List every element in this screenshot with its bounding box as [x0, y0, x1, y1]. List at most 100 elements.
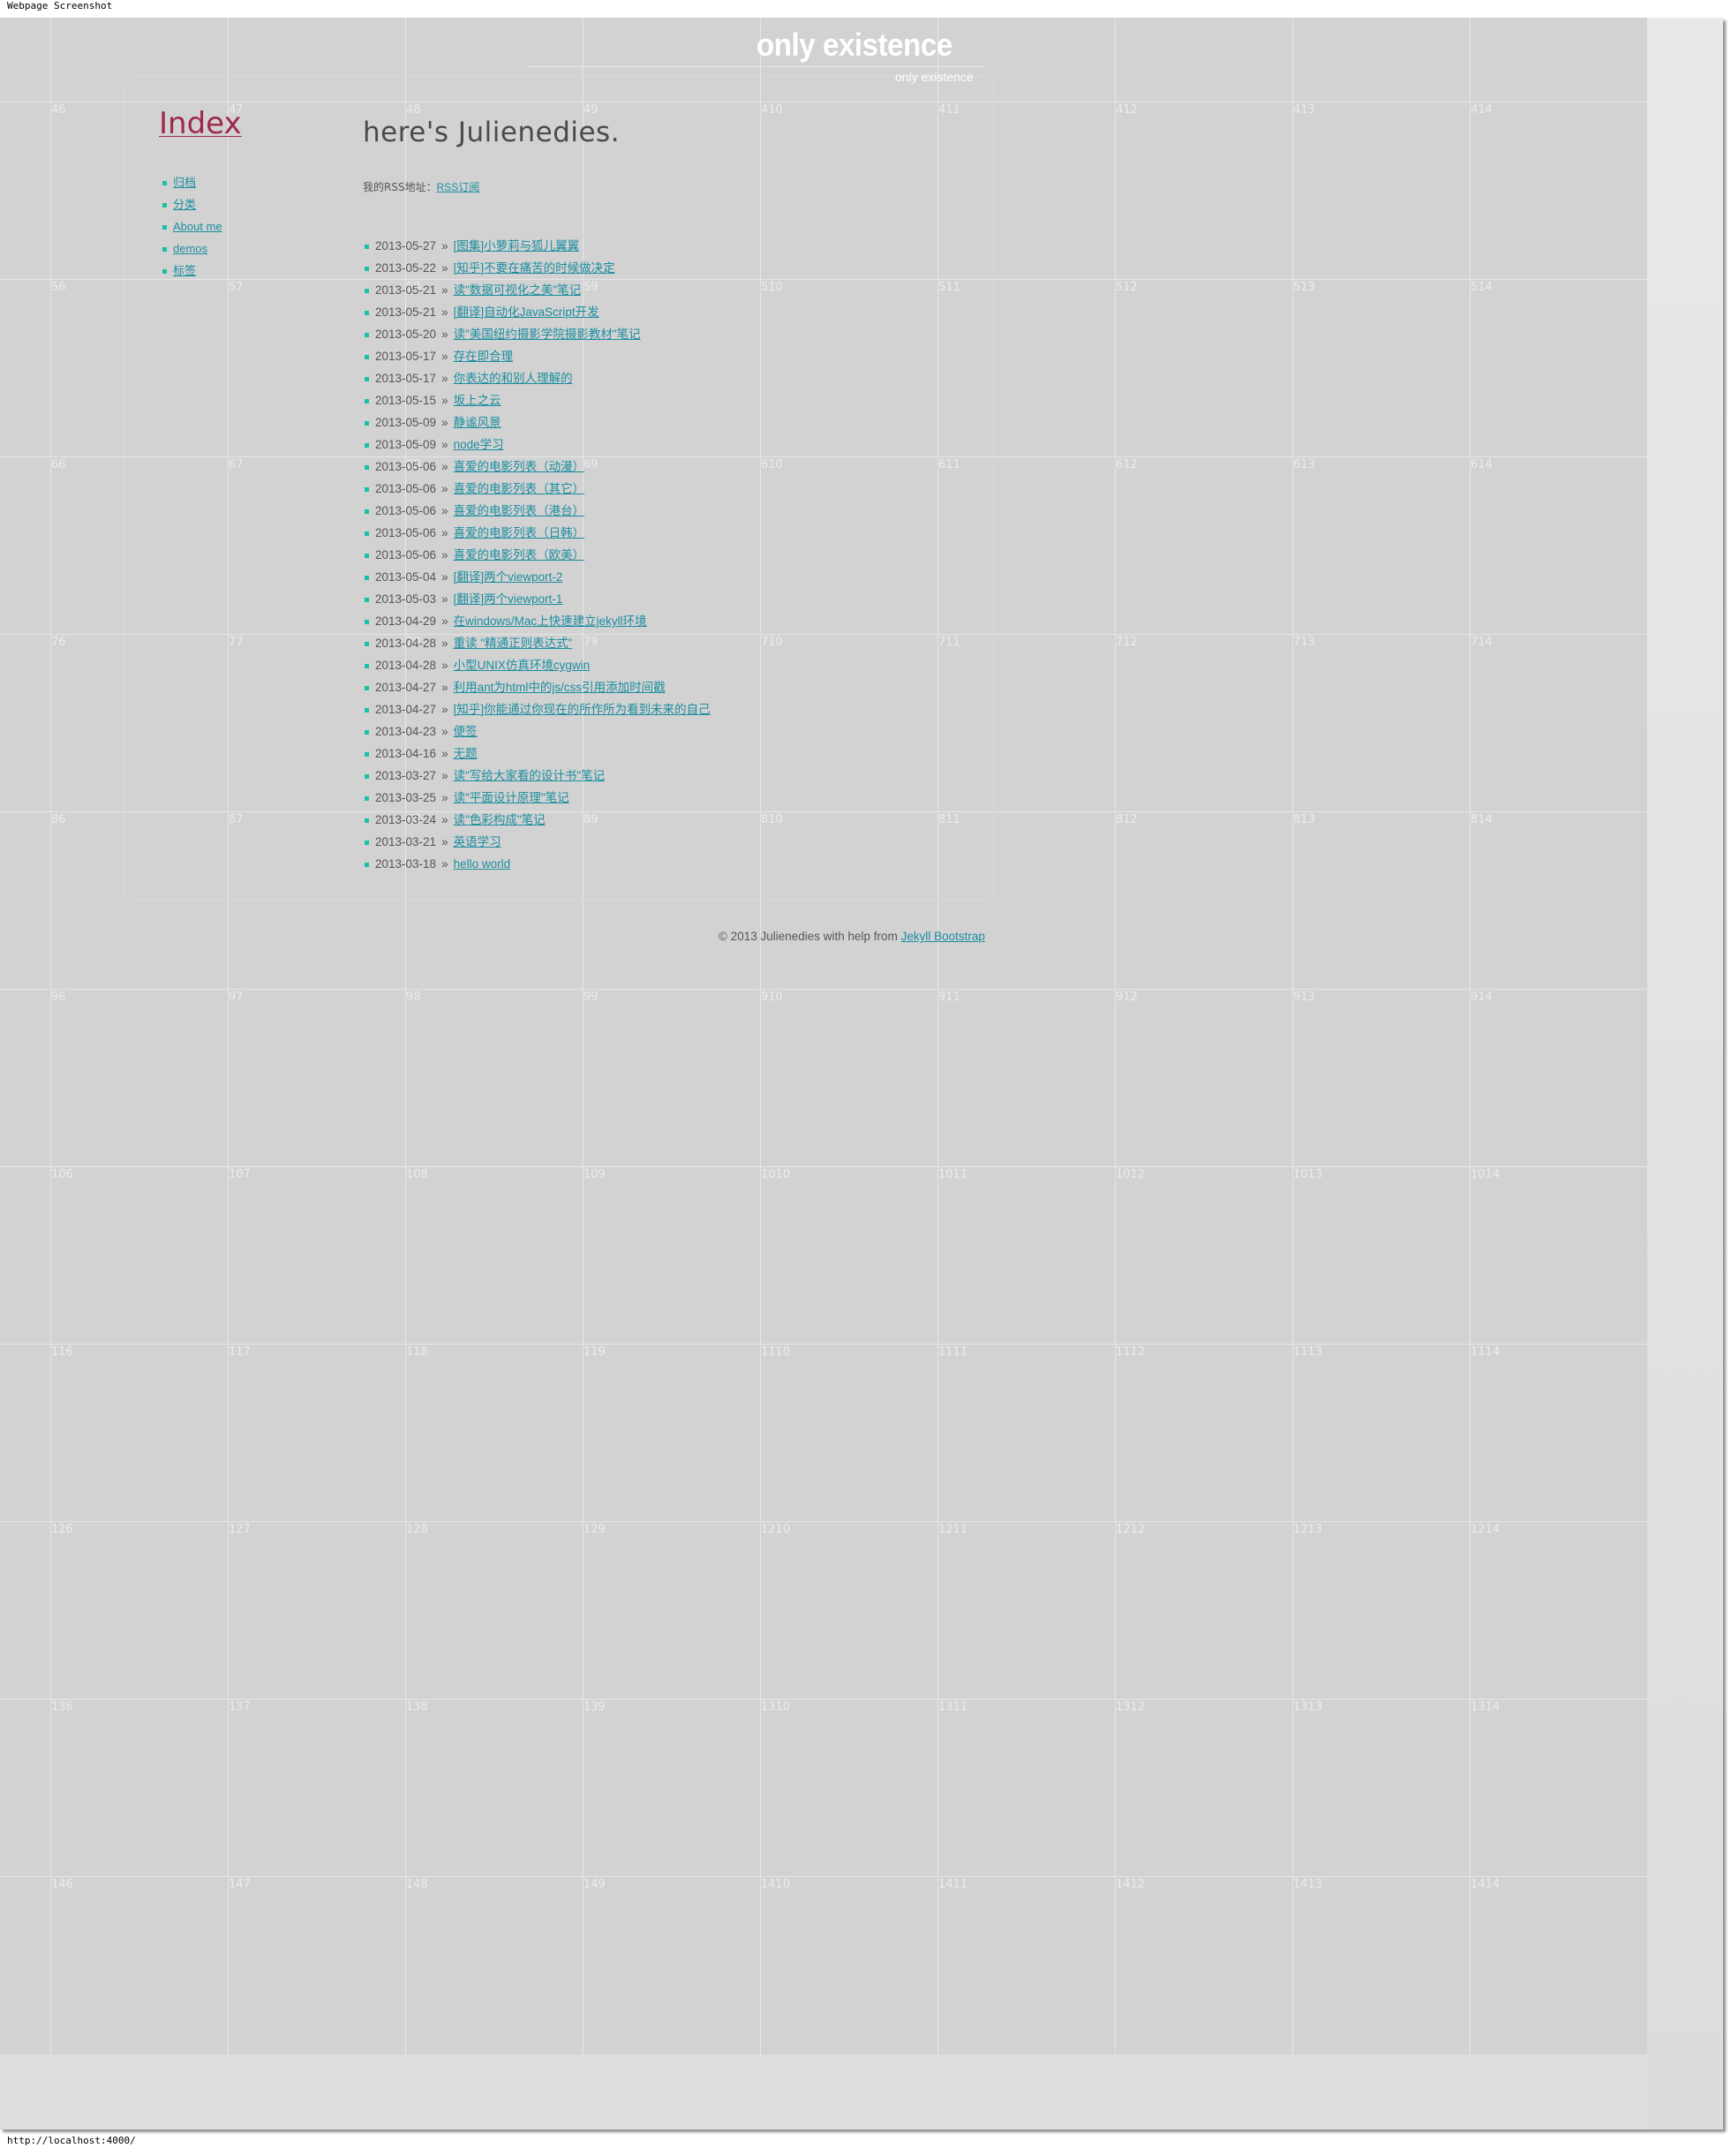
- post-link[interactable]: [知乎]你能通过你现在的所作所为看到未来的自己: [454, 703, 711, 716]
- rss-link[interactable]: RSS订阅: [437, 181, 480, 193]
- post-separator: »: [441, 769, 448, 782]
- post-link[interactable]: 喜爱的电影列表（日韩）: [454, 526, 585, 539]
- post-link[interactable]: 重读 "精通正则表达式": [454, 637, 573, 650]
- grid-label: 138: [406, 1700, 428, 1714]
- grid-label: 1413: [1293, 1878, 1323, 1891]
- post-link[interactable]: 利用ant为html中的js/css引用添加时间戳: [454, 681, 666, 694]
- post-link[interactable]: [翻译]自动化JavaScript开发: [454, 305, 599, 319]
- sidebar-nav: 归档 分类 About me demos 标签: [162, 171, 222, 282]
- sidebar-link-tags[interactable]: 标签: [173, 264, 196, 277]
- grid-label: 1112: [1116, 1346, 1146, 1359]
- grid-label: 414: [1471, 103, 1493, 117]
- grid-label: 116: [51, 1346, 73, 1359]
- sidebar-link-about[interactable]: About me: [173, 220, 222, 233]
- grid-label: 1210: [761, 1523, 791, 1536]
- post-link[interactable]: 存在即合理: [454, 350, 514, 363]
- post-link[interactable]: 小型UNIX仿真环境cygwin: [454, 659, 591, 672]
- post-link[interactable]: [图集]小萝莉与狐儿翼翼: [454, 239, 580, 253]
- bullet-icon: [162, 269, 167, 274]
- post-link[interactable]: 喜爱的电影列表（欧美）: [454, 548, 585, 562]
- post-date: 2013-05-06: [375, 504, 437, 517]
- grid-label: 1013: [1293, 1168, 1323, 1181]
- bullet-icon: [365, 642, 369, 646]
- bullet-icon: [365, 355, 369, 359]
- grid-label: 514: [1471, 281, 1493, 294]
- post-link[interactable]: 便签: [454, 725, 478, 738]
- grid-line: [50, 18, 51, 2054]
- post-separator: »: [441, 835, 448, 848]
- post-list-item: 2013-05-22 » [知乎]不要在痛苦的时候做决定: [365, 257, 711, 279]
- post-date: 2013-04-29: [375, 614, 437, 628]
- post-list-item: 2013-05-21 » 读"数据可视化之美"笔记: [365, 279, 711, 301]
- post-date: 2013-05-06: [375, 548, 437, 562]
- post-link[interactable]: 坂上之云: [454, 394, 501, 407]
- post-list-item: 2013-05-27 » [图集]小萝莉与狐儿翼翼: [365, 235, 711, 257]
- sidebar-link-archive[interactable]: 归档: [173, 176, 196, 189]
- post-list-item: 2013-03-24 » 读"色彩构成"笔记: [365, 809, 711, 831]
- bullet-icon: [365, 421, 369, 426]
- post-separator: »: [441, 703, 448, 716]
- grid-label: 714: [1471, 636, 1493, 649]
- post-link[interactable]: 喜爱的电影列表（动漫）: [454, 460, 585, 473]
- post-link[interactable]: 喜爱的电影列表（港台）: [454, 504, 585, 517]
- footer: © 2013 Julienedies with help from Jekyll…: [719, 930, 985, 943]
- post-date: 2013-05-09: [375, 438, 437, 451]
- post-list-item: 2013-05-06 » 喜爱的电影列表（动漫）: [365, 456, 711, 478]
- post-list-item: 2013-05-20 » 读"美国纽约摄影学院摄影教材"笔记: [365, 323, 711, 345]
- grid-label: 126: [51, 1523, 73, 1536]
- post-separator: »: [441, 659, 448, 672]
- footer-link[interactable]: Jekyll Bootstrap: [901, 930, 985, 943]
- post-link[interactable]: 读"平面设计原理"笔记: [454, 791, 569, 804]
- post-link[interactable]: 在windows/Mac上快速建立jekyll环境: [454, 614, 647, 628]
- post-link[interactable]: 静谧风景: [454, 416, 501, 429]
- bullet-icon: [365, 708, 369, 712]
- grid-label: 1211: [938, 1523, 968, 1536]
- bullet-icon: [365, 752, 369, 757]
- post-link[interactable]: 你表达的和别人理解的: [454, 372, 573, 385]
- post-date: 2013-04-28: [375, 659, 437, 672]
- grid-label: 1314: [1471, 1700, 1501, 1714]
- post-date: 2013-03-18: [375, 857, 437, 871]
- post-link[interactable]: hello world: [454, 857, 511, 871]
- post-link[interactable]: 读"写给大家看的设计书"笔记: [454, 769, 606, 782]
- post-list-item: 2013-05-17 » 你表达的和别人理解的: [365, 367, 711, 389]
- post-link[interactable]: [翻译]两个viewport-2: [454, 570, 563, 584]
- grid-label: 107: [229, 1168, 251, 1181]
- bullet-icon: [365, 509, 369, 514]
- post-link[interactable]: 喜爱的电影列表（其它）: [454, 482, 585, 495]
- post-link[interactable]: 读"数据可视化之美"笔记: [454, 283, 582, 297]
- post-link[interactable]: 读"美国纽约摄影学院摄影教材"笔记: [454, 328, 641, 341]
- site-subtitle: only existence: [895, 70, 974, 84]
- post-date: 2013-05-20: [375, 328, 437, 341]
- post-separator: »: [441, 350, 448, 363]
- post-separator: »: [441, 681, 448, 694]
- bullet-icon: [365, 774, 369, 779]
- post-separator: »: [441, 592, 448, 606]
- grid-label: 149: [583, 1878, 606, 1891]
- grid-label: 1410: [761, 1878, 791, 1891]
- post-list-item: 2013-03-21 » 英语学习: [365, 831, 711, 853]
- sidebar-link-categories[interactable]: 分类: [173, 198, 196, 211]
- sidebar-title[interactable]: Index: [159, 106, 242, 141]
- post-link[interactable]: 读"色彩构成"笔记: [454, 813, 546, 826]
- grid-line: [0, 1344, 1647, 1345]
- bullet-icon: [162, 225, 167, 230]
- post-link[interactable]: [翻译]两个viewport-1: [454, 592, 563, 606]
- sidebar-link-demos[interactable]: demos: [173, 242, 207, 255]
- post-link[interactable]: 英语学习: [454, 835, 501, 848]
- post-link[interactable]: 无题: [454, 747, 478, 760]
- grid-label: 813: [1293, 813, 1315, 826]
- bullet-icon: [365, 377, 369, 381]
- post-list-item: 2013-03-18 » hello world: [365, 853, 711, 875]
- sidebar-item-about: About me: [162, 215, 222, 237]
- bullet-icon: [365, 664, 369, 668]
- post-link[interactable]: node学习: [454, 438, 504, 451]
- post-link[interactable]: [知乎]不要在痛苦的时候做决定: [454, 261, 615, 275]
- grid-label: 1010: [761, 1168, 791, 1181]
- post-list-item: 2013-05-21 » [翻译]自动化JavaScript开发: [365, 301, 711, 323]
- bullet-icon: [365, 289, 369, 293]
- bullet-icon: [365, 245, 369, 249]
- post-date: 2013-05-17: [375, 350, 437, 363]
- grid-label: 108: [406, 1168, 428, 1181]
- bullet-icon: [365, 841, 369, 845]
